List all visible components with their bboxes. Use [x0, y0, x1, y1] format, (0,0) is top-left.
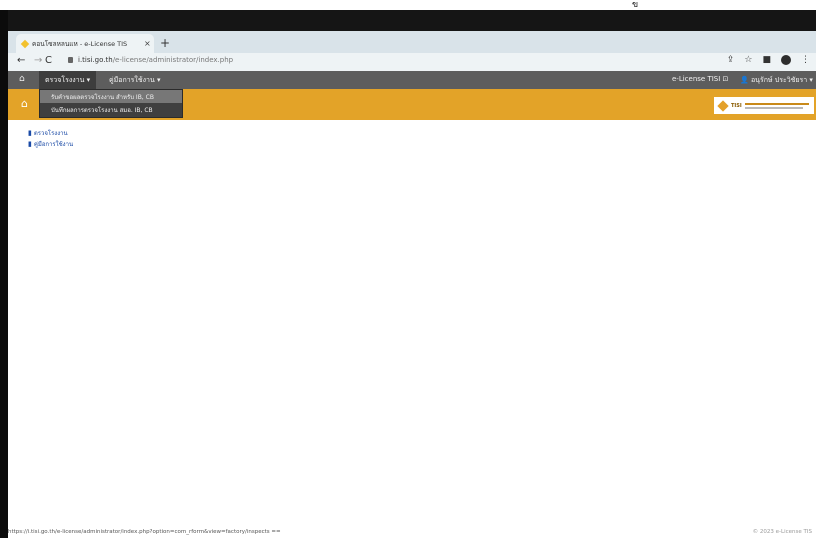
link-factory-inspection[interactable]: ▮ ตรวจโรงงาน — [28, 127, 73, 138]
url-field[interactable]: i.tisi.go.th/e-license/administrator/ind… — [78, 56, 233, 64]
chart-icon: ▮ — [28, 128, 32, 137]
nav-menu-user-manual[interactable]: คู่มือการใช้งาน ▾ — [105, 71, 164, 89]
url-host: i.tisi.go.th — [78, 56, 113, 64]
tisi-logo: TISI — [714, 97, 814, 114]
reload-icon[interactable]: C — [45, 55, 52, 66]
logo-text-lines — [744, 102, 809, 109]
footer-copyright: © 2023 e-License TIS — [752, 529, 812, 535]
factory-inspection-dropdown: รับคำขอผลตรวจโรงงาน สำหรับ IB, CB บันทึก… — [39, 89, 183, 118]
logo-line — [744, 106, 803, 109]
address-bar: ← → C i.tisi.go.th/e-license/administrat… — [8, 53, 816, 72]
scan-left-edge — [0, 10, 8, 538]
profile-icon[interactable] — [781, 55, 791, 65]
favicon-icon — [20, 39, 30, 48]
back-icon[interactable]: ← — [17, 55, 25, 66]
scan-dark-band — [8, 10, 816, 31]
star-icon[interactable]: ☆ — [744, 55, 752, 65]
lock-icon[interactable] — [68, 57, 73, 63]
new-tab-button[interactable]: + — [160, 36, 170, 50]
logo-line — [744, 102, 809, 105]
nav-menu-factory-inspection[interactable]: ตรวจโรงงาน ▾ — [39, 71, 97, 89]
dropdown-item-record-results[interactable]: บันทึกผลการตรวจโรงงาน สมอ. IB, CB — [40, 103, 182, 116]
url-path: /e-license/administrator/index.php — [112, 56, 234, 64]
more-icon[interactable]: ⋮ — [801, 55, 810, 65]
home-icon[interactable]: ⌂ — [19, 74, 25, 84]
browser-tab-strip: คอนโซลหลนแห - e-License TIS × + — [8, 31, 816, 53]
status-bar-url: https://i.tisi.go.th/e-license/administr… — [8, 529, 281, 535]
link-label: ตรวจโรงงาน — [33, 129, 68, 137]
link-user-manual[interactable]: ▮ คู่มือการใช้งาน — [28, 138, 73, 149]
scan-top-margin: ข — [0, 0, 816, 10]
share-icon[interactable]: ⇪ — [727, 55, 735, 65]
sidebar-icon[interactable]: ■ — [762, 55, 771, 65]
browser-tab[interactable]: คอนโซลหลนแห - e-License TIS × — [16, 34, 154, 53]
tab-close-icon[interactable]: × — [144, 39, 154, 48]
link-label: คู่มือการใช้งาน — [33, 140, 74, 148]
nav-user-menu[interactable]: 👤 อนุรักษ์ ประวิชัยรา ▾ — [740, 75, 813, 86]
dropdown-item-receive-requests[interactable]: รับคำขอผลตรวจโรงงาน สำหรับ IB, CB — [40, 90, 182, 103]
address-bar-icons: ⇪ ☆ ■ ⋮ — [727, 55, 810, 65]
tab-title: คอนโซลหลนแห - e-License TIS — [32, 39, 128, 48]
book-icon: ▮ — [28, 139, 32, 148]
header-home-icon[interactable]: ⌂ — [21, 97, 28, 110]
site-navbar: ⌂ ตรวจโรงงาน ▾ คู่มือการใช้งาน ▾ e-Licen… — [8, 71, 816, 89]
forward-icon[interactable]: → — [34, 55, 42, 66]
logo-label: TISI — [731, 102, 742, 109]
logo-diamond-icon — [717, 99, 729, 112]
nav-elicense-link[interactable]: e-License TISI ⊡ — [672, 75, 728, 83]
content-links: ▮ ตรวจโรงงาน ▮ คู่มือการใช้งาน — [28, 127, 73, 149]
